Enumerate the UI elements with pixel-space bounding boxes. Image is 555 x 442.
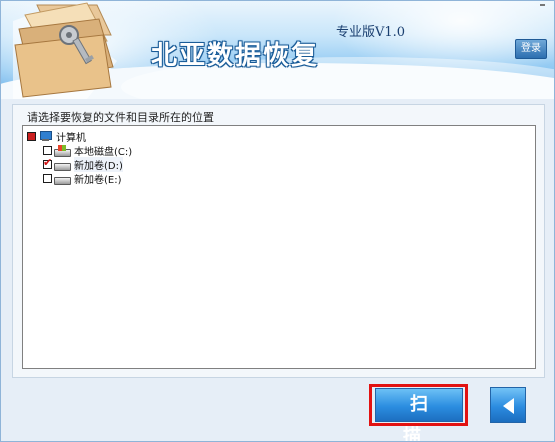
tree-label-drive-e: 新加卷(E:)	[74, 174, 122, 186]
login-button[interactable]: 登录	[515, 39, 547, 59]
drive-tree: 计算机 本地磁盘(C:) 新加卷(D:)	[22, 125, 536, 369]
drive-icon	[54, 159, 71, 171]
tree-node-drive-c[interactable]: 本地磁盘(C:)	[43, 143, 133, 158]
tree-node-drive-d[interactable]: 新加卷(D:)	[43, 156, 123, 172]
app-window: 专业版V1.0 北亚数据恢复 登录 请选择要恢复的文件和目录所在的位置 计算机 …	[0, 0, 555, 442]
computer-icon	[38, 130, 52, 142]
tree-node-computer[interactable]: 计算机	[27, 129, 86, 144]
location-panel: 请选择要恢复的文件和目录所在的位置 计算机 本地磁盘(C:) ✔ 新加卷(D:)…	[12, 104, 545, 378]
drive-icon	[54, 173, 71, 185]
app-title: 北亚数据恢复	[151, 41, 320, 71]
header-banner: 专业版V1.0 北亚数据恢复 登录	[1, 1, 554, 99]
edition-label: 专业版V1.0	[336, 25, 406, 40]
tree-label-drive-c: 本地磁盘(C:)	[74, 146, 133, 158]
computer-checkbox[interactable]	[27, 131, 36, 141]
tree-node-drive-e[interactable]: 新加卷(E:)	[43, 171, 122, 186]
drive-d-checkbox[interactable]	[43, 156, 52, 169]
drive-c-checkbox[interactable]	[43, 145, 52, 155]
system-drive-icon	[54, 144, 71, 157]
drive-e-checkbox[interactable]	[43, 173, 52, 183]
scan-button[interactable]: 扫 描	[375, 388, 463, 441]
tree-label-computer: 计算机	[56, 132, 86, 144]
location-prompt: 请选择要恢复的文件和目录所在的位置	[27, 111, 214, 124]
minimize-icon[interactable]	[536, 1, 554, 11]
tree-label-drive-d: 新加卷(D:)	[74, 156, 123, 172]
back-button[interactable]	[490, 387, 526, 423]
back-arrow-icon	[503, 398, 514, 414]
folder-key-logo-icon	[13, 2, 117, 99]
